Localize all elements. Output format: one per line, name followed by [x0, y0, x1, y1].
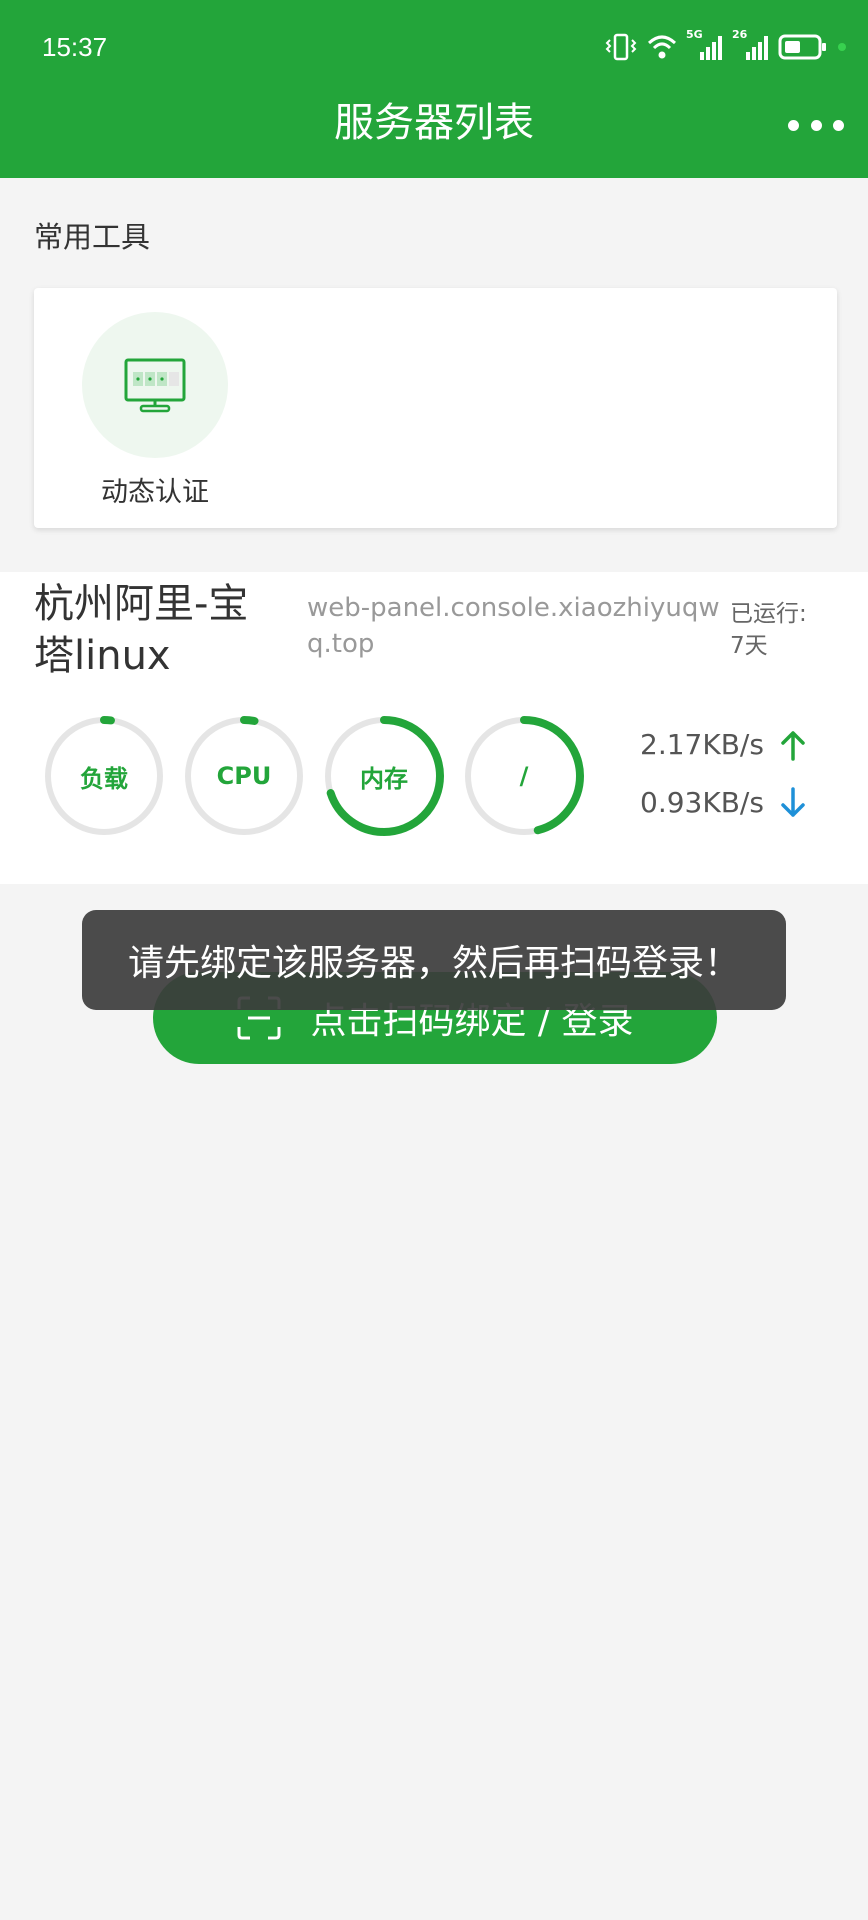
more-dot-icon	[788, 119, 799, 131]
download-speed: 0.93KB/s	[640, 786, 764, 819]
vibrate-icon	[605, 33, 637, 61]
more-dot-icon	[833, 119, 844, 131]
gauge-memory: 内存	[324, 716, 444, 836]
toast-text: 请先绑定该服务器，然后再扫码登录！	[127, 943, 740, 984]
tool-item-dynamic-auth[interactable]: 动态认证	[82, 312, 228, 509]
gauge-label: /	[519, 762, 529, 790]
more-options-button[interactable]	[788, 108, 844, 142]
tools-card: 动态认证	[34, 288, 837, 528]
more-dot-icon	[810, 119, 822, 131]
download-speed-row: 0.93KB/s	[640, 786, 808, 819]
status-time: 15:37	[42, 32, 108, 62]
battery-icon	[778, 34, 826, 60]
status-bar: 15:37 5G 26	[0, 0, 868, 96]
server-uptime-value: 7天	[730, 633, 768, 659]
toast-message: 请先绑定该服务器，然后再扫码登录！	[82, 910, 786, 1010]
server-name: 杭州阿里-宝塔linux	[34, 581, 249, 679]
status-icons: 5G 26	[604, 28, 848, 64]
server-url: web-panel.console.xiaozhiyuqwq.top	[307, 593, 720, 659]
monitor-password-icon	[124, 358, 186, 413]
wifi-icon	[647, 35, 677, 59]
notification-dot-icon	[838, 43, 846, 51]
arrow-down-icon	[781, 786, 805, 817]
upload-speed-row: 2.17KB/s	[640, 728, 808, 761]
app-header: 15:37 5G 26 服务器列表	[0, 0, 868, 178]
gauge-disk: /	[464, 716, 584, 836]
tools-section-title: 常用工具	[34, 220, 151, 254]
cellular-signal-icon: 5G	[686, 28, 724, 62]
gauge-label: 内存	[360, 764, 408, 793]
tool-icon-background	[82, 312, 228, 458]
tool-label: 动态认证	[101, 477, 209, 508]
server-uptime-label: 已运行:	[730, 601, 807, 627]
gauge-cpu: CPU	[184, 716, 304, 836]
gauge-load: 负载	[44, 716, 164, 836]
upload-speed: 2.17KB/s	[640, 728, 764, 761]
cellular-signal-2-icon: 26	[732, 28, 770, 62]
gauge-label: 负载	[80, 764, 128, 793]
arrow-up-icon	[781, 730, 805, 761]
gauge-label: CPU	[216, 762, 272, 790]
page-title: 服务器列表	[334, 100, 534, 146]
